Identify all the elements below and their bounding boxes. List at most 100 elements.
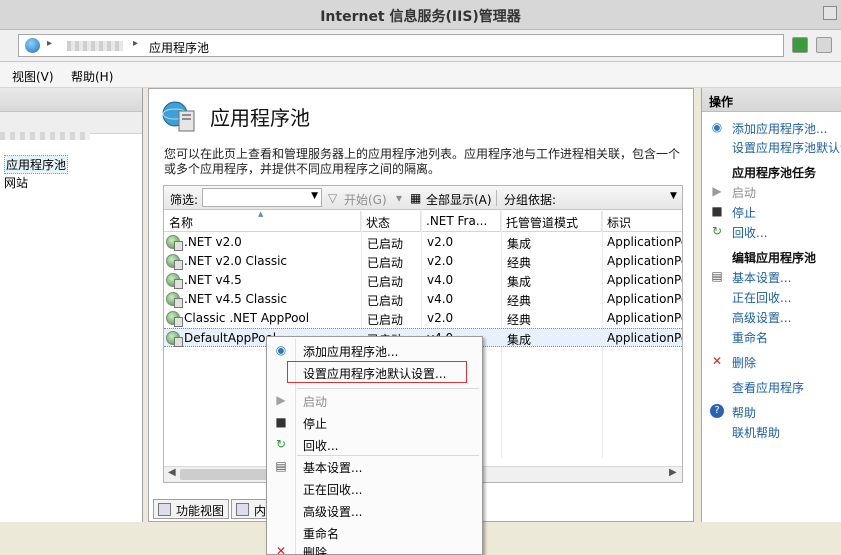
menu-view[interactable]: 视图(V): [12, 68, 54, 85]
settings-icon: ▤: [275, 459, 287, 473]
menu-item-basic-settings[interactable]: 基本设置...: [303, 459, 362, 476]
table-row[interactable]: .NET v4.5 Classic 已启动 v4.0 经典 Applicatio…: [164, 290, 682, 309]
menu-item-recycling[interactable]: 正在回收...: [303, 481, 362, 498]
row-name: DefaultAppPool: [184, 331, 277, 345]
tree-item-sites[interactable]: 网站: [4, 174, 28, 191]
show-all-icon: ▦: [410, 191, 422, 205]
column-header-identity[interactable]: 标识: [602, 211, 682, 232]
sort-ascending-icon: ▲: [258, 211, 264, 218]
column-headers: 名称 ▲ 状态 .NET Fra... 托管管道模式 标识: [164, 211, 682, 232]
column-header-status[interactable]: 状态: [361, 211, 421, 232]
app-pool-icon: [162, 101, 195, 132]
row-status: 已启动: [367, 237, 404, 251]
start-filter-button[interactable]: 开始(G): [344, 191, 387, 208]
menu-item-add-app-pool[interactable]: 添加应用程序池...: [303, 343, 398, 360]
menu-item-start[interactable]: 启动: [303, 393, 327, 410]
action-stop[interactable]: 停止: [732, 204, 756, 221]
action-recycling[interactable]: 正在回收...: [732, 289, 791, 306]
table-row[interactable]: .NET v2.0 Classic 已启动 v2.0 经典 Applicatio…: [164, 252, 682, 271]
scroll-left-icon[interactable]: ◀: [168, 467, 176, 478]
scroll-right-icon[interactable]: ▶: [669, 467, 677, 478]
menu-help[interactable]: 帮助(H): [71, 68, 113, 85]
menu-item-recycle[interactable]: 回收...: [303, 437, 338, 454]
menu-bar: 视图(V) 帮助(H): [0, 62, 841, 88]
row-net-version: v4.0: [427, 273, 454, 287]
tab-features-view[interactable]: 功能视图: [153, 499, 230, 519]
row-identity: ApplicationPo: [607, 254, 682, 268]
action-set-pool-defaults[interactable]: 设置应用程序池默认设置...: [732, 139, 841, 156]
action-add-app-pool[interactable]: 添加应用程序池...: [732, 120, 827, 137]
row-name: .NET v4.5: [184, 273, 242, 287]
app-pool-icon: [166, 292, 183, 308]
row-name: .NET v2.0: [184, 235, 242, 249]
row-identity: ApplicationPo: [607, 311, 682, 325]
chevron-right-icon: ▸: [47, 38, 53, 49]
row-status: 已启动: [367, 294, 404, 308]
table-row[interactable]: .NET v4.5 已启动 v4.0 集成 ApplicationPo: [164, 271, 682, 290]
action-rename[interactable]: 重命名: [732, 329, 768, 346]
toolbar-divider: [496, 190, 497, 206]
page-title: 应用程序池: [210, 106, 310, 130]
row-pipeline-mode: 集成: [507, 333, 532, 347]
menu-item-set-pool-defaults[interactable]: 设置应用程序池默认设置...: [287, 361, 467, 383]
go-icon[interactable]: [792, 37, 808, 53]
stop-icon: ■: [711, 204, 723, 218]
row-pipeline-mode: 经典: [507, 294, 532, 308]
action-view-applications[interactable]: 查看应用程序: [732, 379, 804, 396]
row-net-version: v2.0: [427, 254, 454, 268]
column-header-pipeline-mode[interactable]: 托管管道模式: [501, 211, 602, 232]
menu-item-rename[interactable]: 重命名: [303, 525, 339, 542]
menu-item-remove[interactable]: 删除: [303, 544, 327, 555]
group-by-label[interactable]: 分组依据:: [504, 191, 556, 208]
context-menu: ◉ 添加应用程序池... 设置应用程序池默认设置... ▶ 启动 ■ 停止 ↻ …: [266, 336, 483, 555]
row-pipeline-mode: 经典: [507, 313, 532, 327]
tree-item-app-pools[interactable]: 应用程序池: [4, 155, 69, 174]
row-identity: ApplicationPo: [607, 331, 682, 345]
menu-separator: [297, 388, 479, 389]
breadcrumb-current[interactable]: 应用程序池: [149, 39, 209, 56]
table-row[interactable]: .NET v2.0 已启动 v2.0 集成 ApplicationPo: [164, 233, 682, 252]
stop-icon[interactable]: [816, 37, 832, 53]
action-start[interactable]: 启动: [732, 184, 756, 201]
action-online-help[interactable]: 联机帮助: [732, 424, 780, 441]
add-pool-icon: ◉: [275, 343, 287, 357]
row-net-version: v2.0: [427, 311, 454, 325]
content-view-icon: [236, 503, 249, 516]
actions-pane: 操作 ◉ 添加应用程序池... 设置应用程序池默认设置... 应用程序池任务 ▶…: [701, 88, 841, 522]
server-icon: [25, 38, 40, 53]
connections-toolbar: [0, 112, 142, 134]
action-recycle[interactable]: 回收...: [732, 224, 767, 241]
menu-item-advanced-settings[interactable]: 高级设置...: [303, 503, 362, 520]
row-net-version: v2.0: [427, 235, 454, 249]
funnel-icon: ▽: [328, 191, 338, 205]
window-control-button[interactable]: [823, 6, 837, 20]
chevron-down-icon[interactable]: ▼: [670, 191, 677, 201]
row-pipeline-mode: 集成: [507, 275, 532, 289]
column-header-name[interactable]: 名称 ▲: [164, 211, 361, 232]
app-pool-icon: [166, 311, 183, 327]
app-pool-icon: [166, 254, 183, 270]
action-remove[interactable]: 删除: [732, 354, 756, 371]
action-basic-settings[interactable]: 基本设置...: [732, 269, 791, 286]
action-help[interactable]: 帮助: [732, 404, 756, 421]
start-icon: ▶: [712, 184, 722, 198]
row-net-version: v4.0: [427, 292, 454, 306]
app-pool-icon: [166, 331, 183, 347]
section-edit-pool: 编辑应用程序池: [732, 251, 817, 265]
menu-item-stop[interactable]: 停止: [303, 415, 327, 432]
window-title: Internet 信息服务(IIS)管理器: [320, 9, 521, 25]
add-pool-icon: ◉: [711, 120, 723, 134]
delete-icon: ✕: [711, 354, 723, 368]
table-row[interactable]: Classic .NET AppPool 已启动 v2.0 经典 Applica…: [164, 309, 682, 328]
chevron-down-icon: ▼: [311, 191, 318, 201]
row-identity: ApplicationPo: [607, 273, 682, 287]
actions-header: 操作: [702, 88, 841, 112]
column-header-net-version[interactable]: .NET Fra...: [421, 211, 501, 232]
action-advanced-settings[interactable]: 高级设置...: [732, 309, 791, 326]
row-name: .NET v4.5 Classic: [184, 292, 288, 306]
address-field[interactable]: ▸ ▸ 应用程序池: [18, 34, 784, 57]
stop-icon: ■: [275, 415, 287, 429]
row-status: 已启动: [367, 275, 404, 289]
show-all-button[interactable]: 全部显示(A): [426, 191, 492, 208]
filter-input[interactable]: ▼: [202, 188, 322, 207]
